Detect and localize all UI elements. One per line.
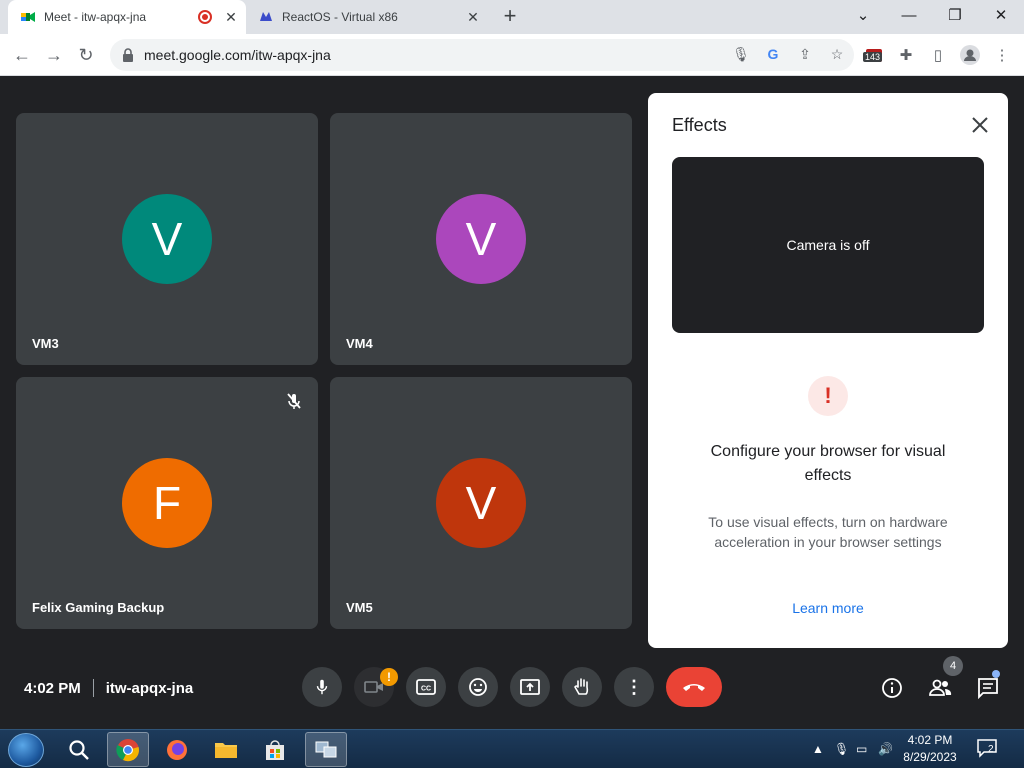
avatar: V	[436, 458, 526, 548]
participant-tile-vm4[interactable]: V VM4	[330, 113, 632, 365]
present-icon	[520, 679, 540, 695]
warning-icon: !	[808, 376, 848, 416]
hand-icon	[574, 678, 589, 695]
firefox-icon[interactable]	[156, 732, 198, 767]
hang-up-icon	[683, 684, 705, 691]
recording-icon	[198, 10, 212, 24]
reload-button[interactable]: ↻	[74, 43, 98, 67]
notification-count: 2	[988, 744, 994, 755]
close-icon[interactable]	[968, 113, 992, 137]
captions-button[interactable]: CC	[406, 667, 446, 707]
participant-count-badge: 4	[943, 656, 963, 676]
participant-tile-vm5[interactable]: V VM5	[330, 377, 632, 629]
camera-preview: Camera is off	[672, 157, 984, 333]
extensions-puzzle-icon[interactable]: ✚	[894, 43, 918, 67]
tab-meet-title: Meet - itw-apqx-jna	[44, 10, 147, 24]
raise-hand-button[interactable]	[562, 667, 602, 707]
new-tab-button[interactable]: +	[498, 5, 522, 29]
avatar: V	[436, 194, 526, 284]
info-icon	[882, 678, 902, 698]
browser-menu-icon[interactable]: ⋮	[990, 43, 1014, 67]
learn-more-link[interactable]: Learn more	[648, 600, 1008, 616]
search-icon[interactable]	[58, 732, 100, 767]
chrome-icon[interactable]	[107, 732, 149, 767]
participant-name: Felix Gaming Backup	[32, 600, 165, 615]
tab-reactos-title: ReactOS - Virtual x86	[282, 10, 398, 24]
microphone-button[interactable]	[302, 667, 342, 707]
google-meet-icon	[21, 12, 35, 22]
tab-meet-close-icon[interactable]: ✕	[222, 9, 240, 26]
participant-name: VM5	[346, 600, 373, 615]
more-options-button[interactable]: ⋮	[614, 667, 654, 707]
chat-button[interactable]	[975, 675, 1001, 701]
lock-icon	[123, 48, 133, 62]
microphone-icon[interactable]: 🎙	[732, 45, 750, 63]
tab-reactos-close-icon[interactable]: ✕	[464, 9, 482, 26]
reactos-icon	[260, 12, 272, 21]
participant-tile-vm3[interactable]: V VM3	[16, 113, 318, 365]
close-window-button[interactable]: ✕	[986, 4, 1016, 28]
system-clock[interactable]: 4:02 PM 8/29/2023	[900, 732, 960, 766]
share-icon[interactable]: ⇪	[796, 45, 814, 63]
tab-reactos[interactable]: ReactOS - Virtual x86 ✕	[248, 0, 488, 34]
emoji-icon	[469, 678, 487, 696]
address-bar[interactable]: meet.google.com/itw-apqx-jna 🎙 G ⇪ ☆	[110, 39, 854, 71]
tab-strip: Meet - itw-apqx-jna ✕ ReactOS - Virtual …	[0, 0, 1024, 34]
google-lens-icon[interactable]: G	[764, 45, 782, 63]
url-text: meet.google.com/itw-apqx-jna	[144, 47, 331, 63]
svg-text:CC: CC	[421, 686, 431, 693]
participant-tile-felix[interactable]: F Felix Gaming Backup	[16, 377, 318, 629]
leave-call-button[interactable]	[666, 667, 722, 707]
tab-meet[interactable]: Meet - itw-apqx-jna ✕	[8, 0, 246, 34]
extension-badge: 143	[863, 52, 883, 62]
meeting-time: 4:02 PM	[24, 679, 81, 697]
network-app-icon[interactable]	[305, 732, 347, 767]
tray-mic-icon[interactable]: 🎙	[834, 742, 849, 756]
chat-icon	[978, 678, 998, 699]
camera-warning-badge: !	[380, 668, 398, 686]
meeting-details-button[interactable]	[879, 675, 905, 701]
back-button[interactable]: ←	[10, 43, 34, 67]
divider	[92, 679, 94, 697]
panel-title: Effects	[672, 115, 727, 135]
meeting-code: itw-apqx-jna	[105, 679, 194, 697]
participant-name: VM3	[32, 336, 59, 351]
restore-button[interactable]: ❐	[940, 4, 970, 28]
more-vert-icon: ⋮	[625, 676, 643, 697]
tray-expand-icon[interactable]: ▲	[812, 742, 824, 756]
participant-name: VM4	[346, 336, 373, 351]
forward-button[interactable]: →	[42, 43, 66, 67]
reactions-button[interactable]	[458, 667, 498, 707]
config-description: To use visual effects, turn on hardware …	[708, 514, 948, 550]
mic-icon	[316, 679, 328, 695]
avatar: F	[122, 458, 212, 548]
file-explorer-icon[interactable]	[205, 732, 247, 767]
chat-unread-dot	[992, 670, 1000, 678]
clock-date: 8/29/2023	[903, 750, 957, 764]
side-panel-icon[interactable]: ▯	[926, 43, 950, 67]
taskbar: ▲ 🎙 ▭ 🔊 4:02 PM 8/29/2023 2	[0, 729, 1024, 768]
start-button[interactable]	[8, 733, 44, 767]
present-screen-button[interactable]	[510, 667, 550, 707]
bookmark-star-icon[interactable]: ☆	[828, 45, 846, 63]
network-icon[interactable]: ▭	[856, 742, 867, 756]
volume-icon[interactable]: 🔊	[878, 742, 893, 756]
meeting-info: 4:02 PM itw-apqx-jna	[24, 679, 193, 697]
store-icon[interactable]	[254, 732, 296, 767]
tab-search-chevron-icon[interactable]: ⌄	[848, 4, 878, 28]
clock-time: 4:02 PM	[907, 733, 953, 747]
people-button[interactable]	[927, 675, 953, 701]
effects-panel: Effects Camera is off ! Configure your b…	[648, 93, 1008, 648]
mic-off-icon	[287, 393, 301, 409]
profile-avatar-icon[interactable]	[958, 43, 982, 67]
config-heading: Configure your browser for visual effect…	[710, 443, 946, 484]
closed-captions-icon: CC	[416, 679, 436, 695]
avatar: V	[122, 194, 212, 284]
minimize-button[interactable]: —	[894, 4, 924, 28]
notification-center-icon[interactable]: 2	[976, 738, 998, 761]
people-icon	[929, 679, 952, 696]
camera-off-text: Camera is off	[786, 237, 870, 253]
